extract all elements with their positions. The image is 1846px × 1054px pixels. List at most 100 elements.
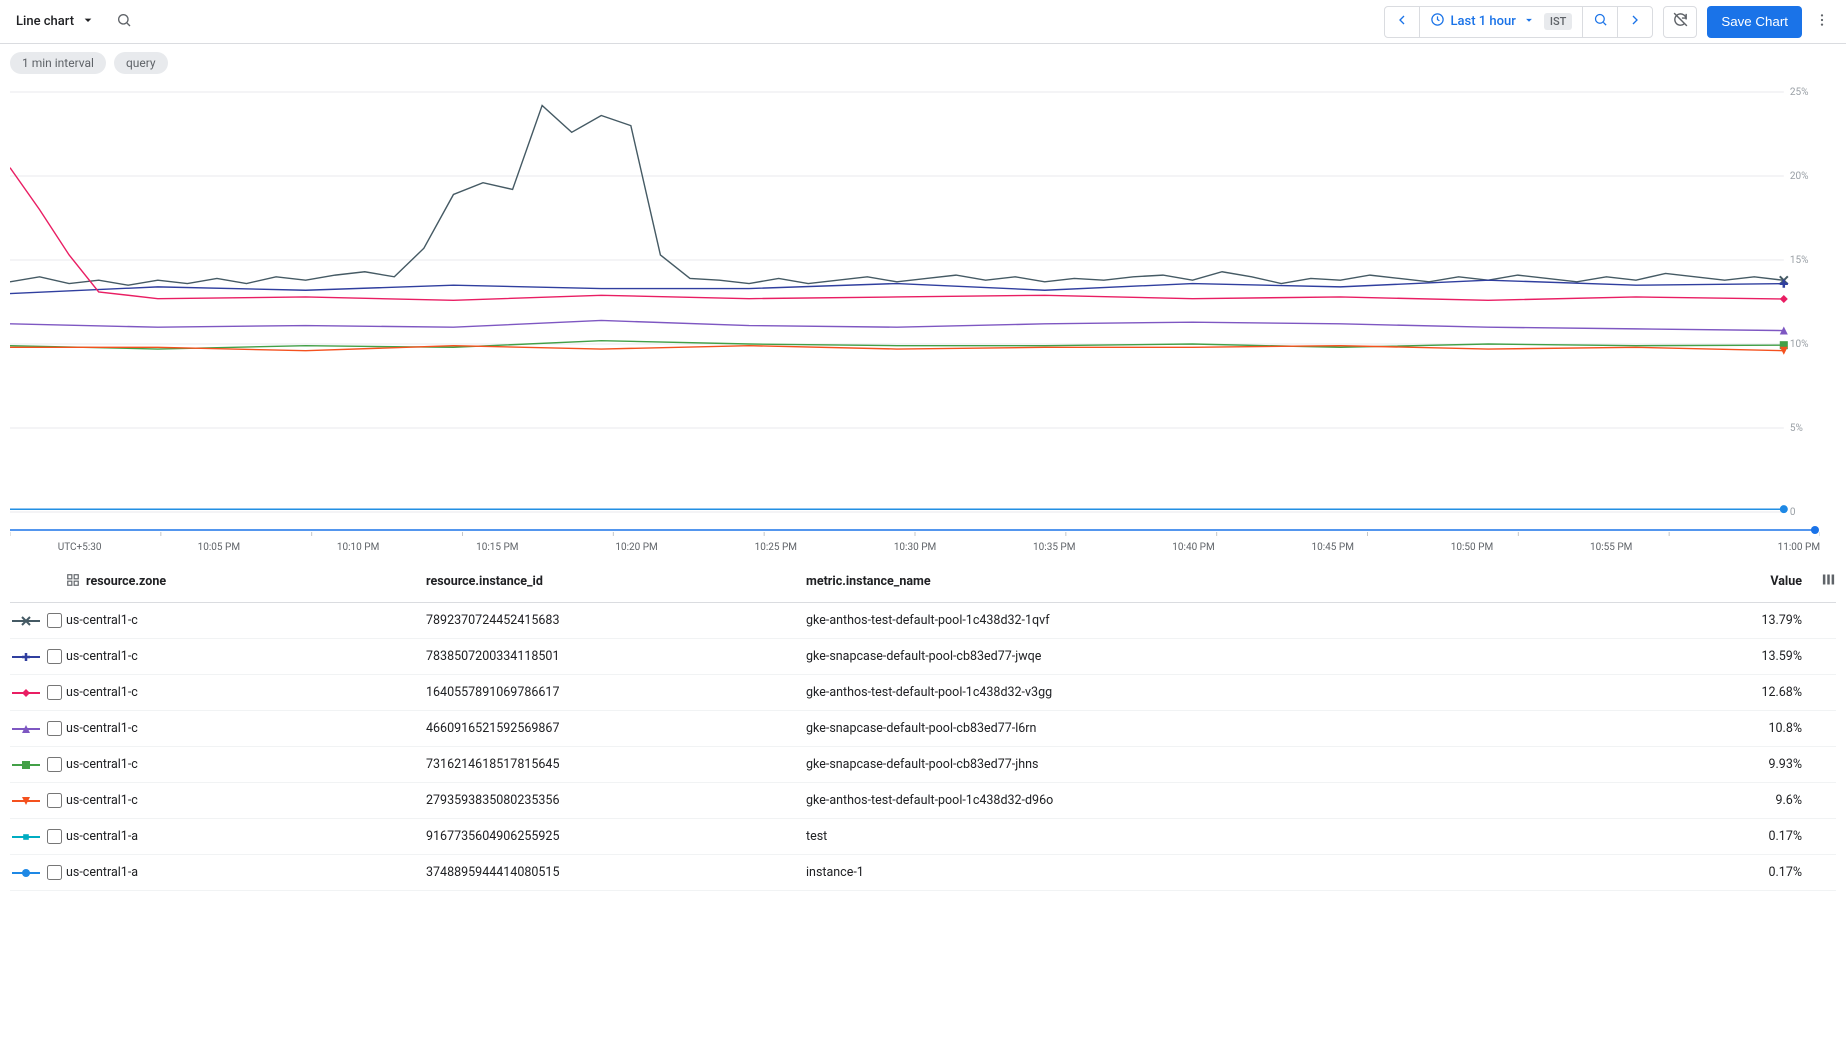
cell-instance-name: gke-anthos-test-default-pool-1c438d32-v3… (806, 685, 1726, 700)
col-instance-name[interactable]: metric.instance_name (806, 574, 1726, 589)
cell-value: 9.6% (1726, 793, 1806, 808)
series-swatch (10, 830, 42, 844)
table-row[interactable]: us-central1-c 7838507200334118501 gke-sn… (10, 639, 1836, 675)
time-zoom-button[interactable] (1583, 7, 1617, 37)
kebab-icon (1814, 12, 1830, 32)
series-swatch (10, 686, 42, 700)
table-row[interactable]: us-central1-c 1640557891069786617 gke-an… (10, 675, 1836, 711)
chip-query[interactable]: query (114, 52, 168, 74)
row-checkbox[interactable] (42, 718, 66, 739)
chart-type-label: Line chart (16, 14, 74, 29)
auto-refresh-off-icon (1672, 11, 1689, 32)
columns-icon (1821, 572, 1836, 591)
cell-zone: us-central1-c (66, 757, 426, 772)
cell-instance-name: gke-anthos-test-default-pool-1c438d32-d9… (806, 793, 1726, 808)
chevron-right-icon (1627, 12, 1643, 32)
time-next-button[interactable] (1618, 7, 1652, 37)
toolbar: Line chart Last 1 hour IST (0, 0, 1846, 44)
svg-text:20%: 20% (1790, 171, 1809, 182)
overview-area[interactable] (0, 516, 1846, 540)
row-checkbox[interactable] (42, 862, 66, 883)
cell-instance-name: gke-snapcase-default-pool-cb83ed77-jhns (806, 757, 1726, 772)
chart-area[interactable]: 05%10%15%20%25% (0, 82, 1846, 516)
timezone-chip: IST (1544, 13, 1572, 30)
table-row[interactable]: us-central1-a 3748895944414080515 instan… (10, 855, 1836, 891)
save-chart-button[interactable]: Save Chart (1707, 6, 1802, 38)
chip-interval[interactable]: 1 min interval (10, 52, 106, 74)
search-button[interactable] (116, 12, 132, 32)
cell-instance-id: 7838507200334118501 (426, 649, 806, 664)
table-row[interactable]: us-central1-c 2793593835080235356 gke-an… (10, 783, 1836, 819)
time-prev-button[interactable] (1385, 7, 1419, 37)
series-swatch (10, 758, 42, 772)
cell-instance-id: 7316214618517815645 (426, 757, 806, 772)
x-axis-tz: UTC+5:30 (10, 542, 149, 553)
time-range-dropdown[interactable]: Last 1 hour IST (1420, 7, 1583, 37)
auto-refresh-toggle[interactable] (1663, 6, 1697, 38)
series-swatch (10, 722, 42, 736)
table-row[interactable]: us-central1-c 7892370724452415683 gke-an… (10, 603, 1836, 639)
cell-instance-id: 1640557891069786617 (426, 685, 806, 700)
search-icon (1593, 12, 1608, 31)
cell-instance-id: 4660916521592569867 (426, 721, 806, 736)
time-range-label: Last 1 hour (1451, 14, 1516, 29)
row-checkbox[interactable] (42, 610, 66, 631)
caret-down-icon (1522, 13, 1536, 31)
cell-value: 0.17% (1726, 829, 1806, 844)
x-axis-tick: 10:50 PM (1402, 542, 1541, 553)
clock-icon (1430, 12, 1445, 31)
legend-table: resource.zone resource.instance_id metri… (10, 567, 1836, 891)
col-instance-id[interactable]: resource.instance_id (426, 574, 806, 589)
row-checkbox[interactable] (42, 682, 66, 703)
table-row[interactable]: us-central1-c 4660916521592569867 gke-sn… (10, 711, 1836, 747)
x-axis-tick: 10:40 PM (1124, 542, 1263, 553)
table-row[interactable]: us-central1-c 7316214618517815645 gke-sn… (10, 747, 1836, 783)
cell-zone: us-central1-c (66, 793, 426, 808)
chevron-left-icon (1394, 12, 1410, 32)
caret-down-icon (80, 12, 96, 32)
series-swatch (10, 614, 42, 628)
cell-zone: us-central1-c (66, 721, 426, 736)
x-axis-tick: 10:05 PM (149, 542, 288, 553)
svg-text:5%: 5% (1790, 423, 1803, 434)
row-checkbox[interactable] (42, 754, 66, 775)
table-row[interactable]: us-central1-a 9167735604906255925 test 0… (10, 819, 1836, 855)
x-axis-tick: 11:00 PM (1681, 542, 1820, 553)
chart-chips: 1 min interval query (0, 44, 1846, 82)
cell-instance-name: gke-anthos-test-default-pool-1c438d32-1q… (806, 613, 1726, 628)
series-swatch (10, 866, 42, 880)
x-axis-tick: 10:20 PM (567, 542, 706, 553)
svg-text:0: 0 (1790, 507, 1796, 516)
cell-instance-id: 9167735604906255925 (426, 829, 806, 844)
cell-zone: us-central1-c (66, 649, 426, 664)
col-value[interactable]: Value (1726, 574, 1806, 589)
series-swatch (10, 650, 42, 664)
overflow-menu-button[interactable] (1808, 12, 1836, 32)
cell-zone: us-central1-c (66, 613, 426, 628)
row-checkbox[interactable] (42, 790, 66, 811)
cell-value: 12.68% (1726, 685, 1806, 700)
chart-type-dropdown[interactable]: Line chart (10, 8, 102, 36)
time-range-group: Last 1 hour IST (1384, 6, 1654, 38)
row-checkbox[interactable] (42, 826, 66, 847)
x-axis-tick: 10:45 PM (1263, 542, 1402, 553)
cell-instance-name: gke-snapcase-default-pool-cb83ed77-l6rn (806, 721, 1726, 736)
x-axis-tick: 10:10 PM (288, 542, 427, 553)
x-axis-tick: 10:15 PM (428, 542, 567, 553)
overview-chart (10, 518, 1820, 536)
table-header: resource.zone resource.instance_id metri… (10, 567, 1836, 603)
cell-value: 10.8% (1726, 721, 1806, 736)
cell-instance-id: 3748895944414080515 (426, 865, 806, 880)
column-picker-button[interactable] (1806, 572, 1836, 591)
cell-instance-name: instance-1 (806, 865, 1726, 880)
row-checkbox[interactable] (42, 646, 66, 667)
cell-zone: us-central1-c (66, 685, 426, 700)
svg-text:25%: 25% (1790, 87, 1809, 98)
search-icon (116, 12, 132, 32)
line-chart: 05%10%15%20%25% (10, 86, 1820, 516)
cell-value: 13.59% (1726, 649, 1806, 664)
col-zone[interactable]: resource.zone (86, 574, 166, 589)
series-swatch (10, 794, 42, 808)
cell-zone: us-central1-a (66, 865, 426, 880)
x-axis-tick: 10:25 PM (706, 542, 845, 553)
